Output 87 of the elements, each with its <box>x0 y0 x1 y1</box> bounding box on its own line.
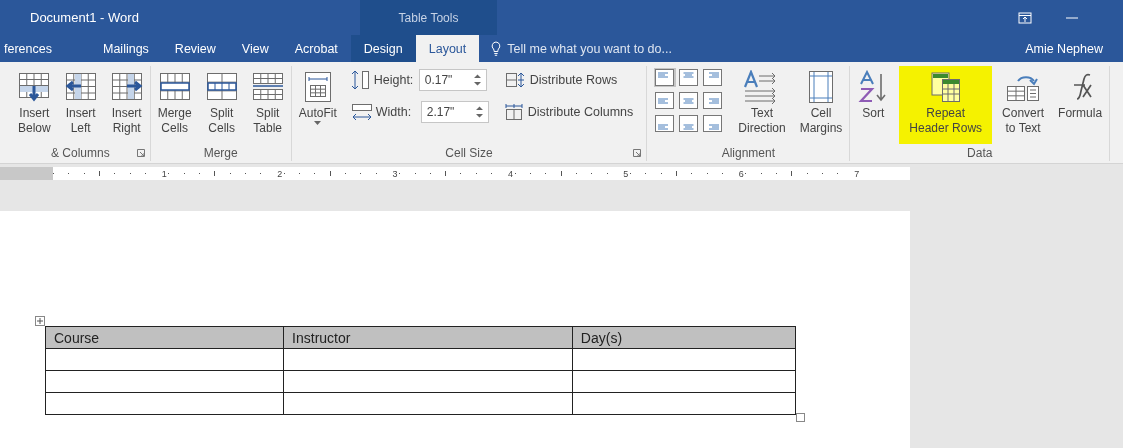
align-button[interactable] <box>654 114 677 133</box>
repeat-header-rows-icon <box>929 71 962 103</box>
spin-field[interactable]: 0.17" <box>418 69 487 91</box>
dialog-launcher-icon[interactable] <box>136 149 145 157</box>
group-label: Data <box>967 146 993 160</box>
align-icon <box>655 69 675 86</box>
field-label: Height: <box>373 73 415 87</box>
row-height-icon <box>350 69 371 91</box>
align-icon <box>703 115 723 132</box>
lightbulb-icon <box>491 41 502 56</box>
ribbon-button[interactable]: Formula <box>1054 66 1107 123</box>
group-label: Alignment <box>721 146 775 160</box>
ribbon-button[interactable]: Convert to Text <box>998 66 1049 138</box>
ruler-number: 7 <box>853 168 861 179</box>
spin-arrows-icon <box>473 74 481 86</box>
table-move-handle-icon[interactable] <box>35 316 45 326</box>
align-button[interactable] <box>678 68 701 87</box>
align-icon <box>679 115 699 132</box>
ribbon-button[interactable]: Insert Left <box>60 66 101 138</box>
window-title: Document1 - Word <box>29 9 140 27</box>
align-icon <box>703 92 723 109</box>
column-width-icon <box>350 102 373 122</box>
ribbon-tab[interactable]: ferences <box>0 35 90 62</box>
insert-left-icon <box>64 72 97 102</box>
ribbon-button[interactable]: Text Direction <box>734 66 790 138</box>
ruler-number: 6 <box>737 168 745 179</box>
ribbon-button[interactable]: Distribute Rows <box>494 66 644 94</box>
ruler-margin <box>0 167 53 180</box>
split-cells-icon <box>205 72 238 102</box>
ruler-number: 5 <box>622 168 630 179</box>
distribute-columns-icon <box>504 103 523 121</box>
insert-right-icon <box>110 72 143 102</box>
ribbon-button[interactable]: Repeat Header Rows <box>899 66 993 144</box>
align-icon <box>655 115 675 132</box>
table-header-cell: Instructor <box>283 326 573 349</box>
split-table-icon <box>251 72 284 102</box>
dialog-launcher-icon[interactable] <box>633 149 642 157</box>
ribbon-tab[interactable]: Layout <box>415 35 480 62</box>
ribbon-button[interactable]: Sort <box>853 66 894 123</box>
table-header-cell: Day(s) <box>572 326 796 349</box>
ribbon-tab[interactable]: Acrobat <box>281 35 351 62</box>
ruler-number: 3 <box>391 168 399 179</box>
ribbon-button[interactable]: Split Cells <box>201 66 242 138</box>
align-icon <box>679 69 699 86</box>
ruler-number: 2 <box>276 168 284 179</box>
align-icon <box>703 69 723 86</box>
sort-icon <box>858 70 889 104</box>
autofit-icon <box>303 71 332 103</box>
user-name[interactable]: Amie Nephew <box>1025 35 1123 62</box>
ribbon-button[interactable]: AutoFit <box>294 66 341 127</box>
ribbon-button[interactable]: Insert Right <box>106 66 147 138</box>
align-button[interactable] <box>654 68 677 87</box>
ruler-number: 1 <box>160 168 168 179</box>
ribbon-button[interactable]: Merge Cells <box>153 66 196 138</box>
insert-below-icon <box>18 72 51 102</box>
align-button[interactable] <box>678 114 701 133</box>
ribbon-button[interactable]: Insert Below <box>14 66 55 138</box>
resize-handle[interactable] <box>796 413 805 422</box>
group-label: & Columns <box>51 146 110 160</box>
distribute-rows-icon <box>504 72 525 88</box>
group-label: Merge <box>203 146 238 160</box>
align-button[interactable] <box>702 68 725 87</box>
group-label: Cell Size <box>445 146 493 160</box>
minimize-icon[interactable] <box>1066 16 1078 19</box>
spin-field[interactable]: 2.17" <box>420 101 489 123</box>
ribbon-button[interactable]: Cell Margins <box>795 66 847 138</box>
align-icon <box>655 92 675 109</box>
ribbon-tab[interactable]: View <box>228 35 282 62</box>
ribbon-button[interactable]: Distribute Columns <box>494 98 644 126</box>
ribbon-tab[interactable]: Review <box>161 35 229 62</box>
ruler-number: 4 <box>506 168 514 179</box>
ribbon-display-icon[interactable] <box>1018 11 1032 24</box>
ribbon-tab[interactable]: Design <box>350 35 416 62</box>
cell-margins-icon <box>808 70 834 104</box>
align-button[interactable] <box>654 91 677 110</box>
ribbon-tab[interactable]: Mailings <box>90 35 162 62</box>
align-button[interactable] <box>702 91 725 110</box>
contextual-tab-label: Table Tools <box>360 0 497 35</box>
field-label: Width: <box>375 105 413 119</box>
tell-me-field[interactable]: Tell me what you want to do... <box>507 41 712 56</box>
table-header-cell: Course <box>45 326 284 349</box>
align-button[interactable] <box>678 91 701 110</box>
spin-arrows-icon <box>475 106 483 118</box>
align-icon <box>679 92 699 109</box>
ribbon-button[interactable]: Split Table <box>247 66 288 138</box>
merge-cells-icon <box>158 72 191 102</box>
align-button[interactable] <box>702 114 725 133</box>
